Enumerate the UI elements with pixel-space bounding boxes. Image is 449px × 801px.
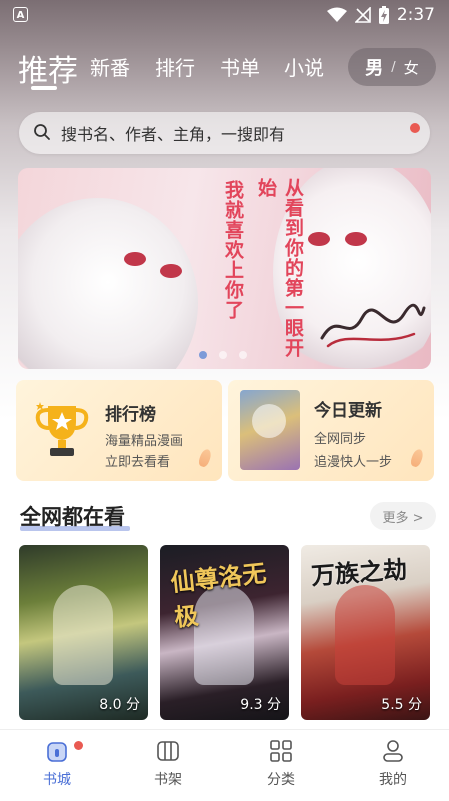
battery-charging-icon xyxy=(378,6,389,24)
search-icon xyxy=(33,123,51,145)
book-card[interactable]: 万族之劫 5.5 分 xyxy=(301,545,430,720)
search-input[interactable] xyxy=(59,118,413,150)
more-button[interactable]: 更多 > xyxy=(370,502,436,530)
banner-eye xyxy=(124,252,146,266)
status-bar: A 2:37 xyxy=(0,0,449,32)
wifi-icon xyxy=(326,7,347,23)
bottom-tab-profile[interactable]: 我的 xyxy=(353,738,433,789)
banner-title-logo xyxy=(320,303,426,348)
banner-character-left xyxy=(18,198,198,369)
daily-update-title: 今日更新 xyxy=(314,401,382,421)
bottom-tab-label: 书架 xyxy=(154,772,182,788)
bottom-tab-label: 分类 xyxy=(267,772,295,788)
no-signal-icon xyxy=(354,7,371,23)
tab-new[interactable]: 新番 xyxy=(90,52,130,81)
section-title: 全网都在看 xyxy=(20,505,125,529)
tab-ranking[interactable]: 排行 xyxy=(155,52,195,81)
gender-toggle[interactable]: 男 / 女 xyxy=(348,48,436,86)
decor-flame-icon xyxy=(409,447,425,469)
gender-male[interactable]: 男 xyxy=(365,54,383,80)
tab-novel[interactable]: 小说 xyxy=(284,52,324,81)
daily-update-line1: 全网同步 xyxy=(314,432,367,447)
tab-recommend[interactable]: 推荐 xyxy=(18,46,78,90)
banner-eye xyxy=(345,232,367,246)
bottom-tab-bookstore[interactable]: 书城 xyxy=(17,738,97,789)
banner-text-line1: 从看到你的第一眼开始 xyxy=(255,178,304,358)
banner-eye xyxy=(160,264,182,278)
ranking-card-line2: 立即去看看 xyxy=(105,455,171,470)
bookstore-badge xyxy=(74,741,83,750)
search-bar[interactable] xyxy=(19,112,430,154)
cover-title: 万族之劫 xyxy=(310,555,409,591)
app-notification-icon: A xyxy=(13,7,28,22)
banner-dot[interactable] xyxy=(219,351,227,359)
ranking-card-title: 排行榜 xyxy=(105,405,156,425)
search-notification-dot xyxy=(410,123,420,133)
banner-eye xyxy=(308,232,330,246)
daily-update-thumbnail xyxy=(240,390,300,470)
daily-update-card[interactable]: 今日更新 全网同步 追漫快人一步 xyxy=(228,380,434,481)
daily-update-line2: 追漫快人一步 xyxy=(314,455,393,470)
home-icon xyxy=(47,742,67,762)
cover-figure xyxy=(53,585,113,685)
book-score: 8.0 分 xyxy=(99,697,140,713)
tab-booklist[interactable]: 书单 xyxy=(220,52,260,81)
banner-text-line2: 我就喜欢上你了 xyxy=(222,180,244,320)
user-icon xyxy=(383,740,403,762)
gender-separator: / xyxy=(391,59,396,75)
bottom-tab-label: 我的 xyxy=(379,772,407,788)
bottom-tab-bookshelf[interactable]: 书架 xyxy=(128,738,208,789)
banner-dot[interactable] xyxy=(239,351,247,359)
decor-flame-icon xyxy=(197,447,213,469)
gender-female[interactable]: 女 xyxy=(404,57,419,78)
bottom-nav-bar: 书城 书架 分类 我的 xyxy=(0,729,449,801)
trophy-icon xyxy=(35,402,89,456)
banner-pagination xyxy=(199,351,247,359)
promo-banner[interactable]: 从看到你的第一眼开始 我就喜欢上你了 xyxy=(18,168,431,369)
active-tab-indicator xyxy=(31,86,57,90)
banner-dot[interactable] xyxy=(199,351,207,359)
clock-time: 2:37 xyxy=(396,5,435,25)
ranking-card-line1: 海量精品漫画 xyxy=(105,434,184,449)
bottom-tab-label: 书城 xyxy=(43,772,71,788)
bottom-tab-category[interactable]: 分类 xyxy=(241,738,321,789)
cover-title: 仙尊洛无极 xyxy=(169,559,268,632)
bookshelf-icon xyxy=(157,741,179,761)
book-score: 9.3 分 xyxy=(240,697,281,713)
book-card[interactable]: 8.0 分 xyxy=(19,545,148,720)
category-grid-icon xyxy=(270,740,292,762)
book-card[interactable]: 仙尊洛无极 9.3 分 xyxy=(160,545,289,720)
book-score: 5.5 分 xyxy=(381,697,422,713)
cover-figure xyxy=(335,585,395,685)
ranking-card[interactable]: 排行榜 海量精品漫画 立即去看看 xyxy=(16,380,222,481)
